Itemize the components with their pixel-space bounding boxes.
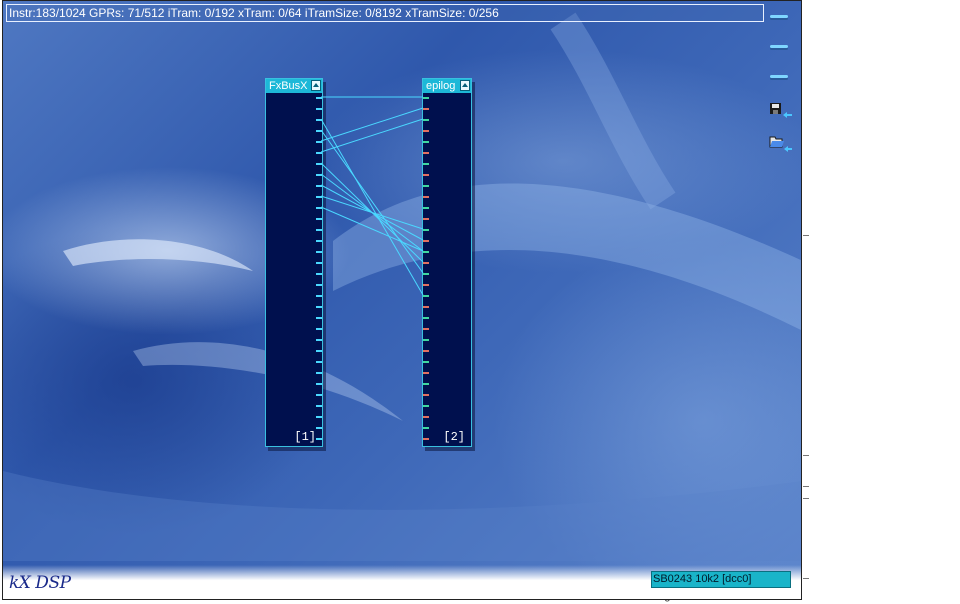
output-pin[interactable]: [316, 383, 322, 385]
collapse-button[interactable]: [311, 80, 321, 91]
output-pin[interactable]: [316, 152, 322, 154]
output-pin[interactable]: [316, 372, 322, 374]
output-pin[interactable]: [316, 108, 322, 110]
device-selector[interactable]: SB0243 10k2 [dcc0]: [651, 571, 791, 588]
menu-icon: [770, 75, 788, 78]
output-pin[interactable]: [316, 350, 322, 352]
input-pin[interactable]: [423, 339, 429, 341]
save-button[interactable]: [767, 101, 792, 123]
output-pin[interactable]: [316, 229, 322, 231]
separator: [803, 455, 809, 456]
input-pin[interactable]: [423, 130, 429, 132]
output-pin[interactable]: [316, 273, 322, 275]
output-pin[interactable]: [316, 339, 322, 341]
input-pin[interactable]: [423, 438, 429, 440]
output-pin[interactable]: [316, 251, 322, 253]
input-pin[interactable]: [423, 218, 429, 220]
input-pin[interactable]: [423, 394, 429, 396]
input-pin[interactable]: [423, 108, 429, 110]
output-pin[interactable]: [316, 97, 322, 99]
input-pin[interactable]: [423, 141, 429, 143]
input-pin[interactable]: [423, 196, 429, 198]
menu-icon: [770, 45, 788, 48]
input-pin[interactable]: [423, 262, 429, 264]
collapse-button[interactable]: [460, 80, 470, 91]
output-pin[interactable]: [316, 130, 322, 132]
output-pin[interactable]: [316, 405, 322, 407]
input-pin[interactable]: [423, 207, 429, 209]
input-pin[interactable]: [423, 97, 429, 99]
input-pin[interactable]: [423, 251, 429, 253]
output-pin[interactable]: [316, 240, 322, 242]
output-pin[interactable]: [316, 317, 322, 319]
separator: [803, 235, 809, 236]
input-pin[interactable]: [423, 350, 429, 352]
output-pin[interactable]: [316, 438, 322, 440]
input-pin[interactable]: [423, 405, 429, 407]
module-fxbusx[interactable]: FxBusX [1]: [265, 78, 323, 447]
background-app-window: [803, 0, 960, 604]
menu-button[interactable]: [767, 39, 791, 55]
input-pin[interactable]: [423, 119, 429, 121]
input-pin[interactable]: [423, 328, 429, 330]
menu-button[interactable]: [767, 9, 791, 25]
input-pin[interactable]: [423, 372, 429, 374]
output-pin[interactable]: [316, 262, 322, 264]
menu-icon: [770, 15, 788, 18]
input-pin[interactable]: [423, 361, 429, 363]
kx-dsp-window: Instr:183/1024 GPRs: 71/512 iTram: 0/192…: [2, 0, 802, 600]
separator: [803, 486, 809, 487]
output-pin[interactable]: [316, 361, 322, 363]
output-pin[interactable]: [316, 119, 322, 121]
kx-dsp-logo: kX DSP: [9, 573, 71, 593]
module-id-label: [2]: [443, 430, 465, 444]
load-icon: [769, 136, 792, 152]
module-id-label: [1]: [294, 430, 316, 444]
input-pin[interactable]: [423, 317, 429, 319]
load-button[interactable]: [767, 133, 792, 155]
input-pin[interactable]: [423, 416, 429, 418]
output-pin[interactable]: [316, 196, 322, 198]
output-pin[interactable]: [316, 174, 322, 176]
input-pin[interactable]: [423, 284, 429, 286]
output-pin[interactable]: [316, 141, 322, 143]
output-pin[interactable]: [316, 416, 322, 418]
menu-button[interactable]: [767, 69, 791, 85]
save-icon: [770, 103, 792, 118]
output-pin[interactable]: [316, 394, 322, 396]
dsp-resource-status: Instr:183/1024 GPRs: 71/512 iTram: 0/192…: [6, 4, 764, 22]
output-pin[interactable]: [316, 185, 322, 187]
input-pin[interactable]: [423, 295, 429, 297]
output-pin[interactable]: [316, 306, 322, 308]
input-pin[interactable]: [423, 229, 429, 231]
input-pin[interactable]: [423, 427, 429, 429]
separator: [803, 498, 809, 499]
output-pin[interactable]: [316, 207, 322, 209]
input-pin[interactable]: [423, 152, 429, 154]
separator: [803, 578, 809, 579]
input-pin[interactable]: [423, 273, 429, 275]
input-pin[interactable]: [423, 185, 429, 187]
input-pin[interactable]: [423, 383, 429, 385]
output-pin[interactable]: [316, 328, 322, 330]
background-artwork: [3, 12, 801, 561]
output-pin[interactable]: [316, 163, 322, 165]
output-pin[interactable]: [316, 284, 322, 286]
output-pin[interactable]: [316, 218, 322, 220]
module-epilog[interactable]: epilog [2]: [422, 78, 472, 447]
output-pin[interactable]: [316, 427, 322, 429]
input-pin[interactable]: [423, 174, 429, 176]
input-pin[interactable]: [423, 306, 429, 308]
input-pin[interactable]: [423, 163, 429, 165]
output-pin[interactable]: [316, 295, 322, 297]
input-pin[interactable]: [423, 240, 429, 242]
